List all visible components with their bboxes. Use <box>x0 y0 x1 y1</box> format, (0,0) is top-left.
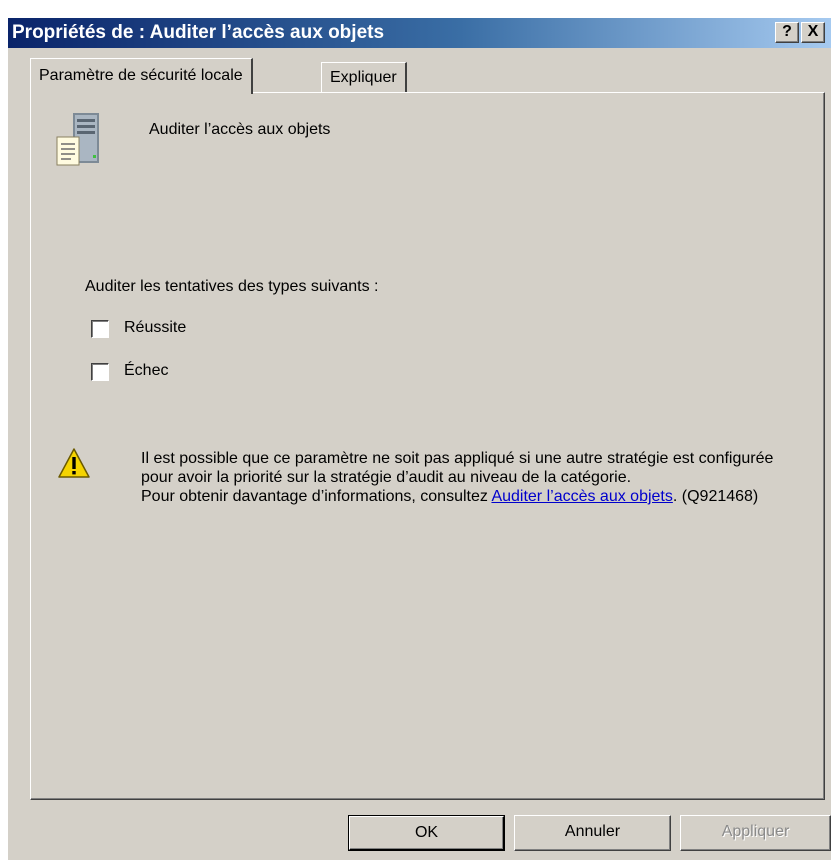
failure-label[interactable]: Échec <box>124 362 168 380</box>
title-bar[interactable]: Propriétés de : Auditer l’accès aux obje… <box>8 18 831 48</box>
tab-explain[interactable]: Expliquer <box>321 62 407 92</box>
warning-text-more: Pour obtenir davantage d’informations, c… <box>141 488 492 505</box>
audit-object-access-link[interactable]: Auditer l’accès aux objets <box>491 488 672 505</box>
tab-panel: Auditer l’accès aux objets Auditer les t… <box>30 92 825 800</box>
server-document-icon <box>56 113 99 166</box>
audit-attempts-label: Auditer les tentatives des types suivant… <box>85 278 379 295</box>
apply-button[interactable]: Appliquer <box>680 815 831 851</box>
cancel-button[interactable]: Annuler <box>514 815 671 851</box>
properties-dialog: Propriétés de : Auditer l’accès aux obje… <box>8 18 831 860</box>
setting-title: Auditer l’accès aux objets <box>149 121 331 138</box>
warning-text-main: Il est possible que ce paramètre ne soit… <box>141 450 774 486</box>
help-button[interactable]: ? <box>775 22 799 43</box>
window-title: Propriétés de : Auditer l’accès aux obje… <box>12 22 385 43</box>
warning-icon <box>58 448 90 478</box>
success-checkbox[interactable] <box>91 320 109 338</box>
ok-button[interactable]: OK <box>348 815 505 851</box>
close-button[interactable]: X <box>801 22 825 43</box>
warning-message: Il est possible que ce paramètre ne soit… <box>141 449 781 506</box>
success-label[interactable]: Réussite <box>124 319 186 337</box>
kb-reference: . (Q921468) <box>672 488 759 505</box>
tab-local-security-setting[interactable]: Paramètre de sécurité locale <box>30 58 253 94</box>
failure-checkbox[interactable] <box>91 363 109 381</box>
